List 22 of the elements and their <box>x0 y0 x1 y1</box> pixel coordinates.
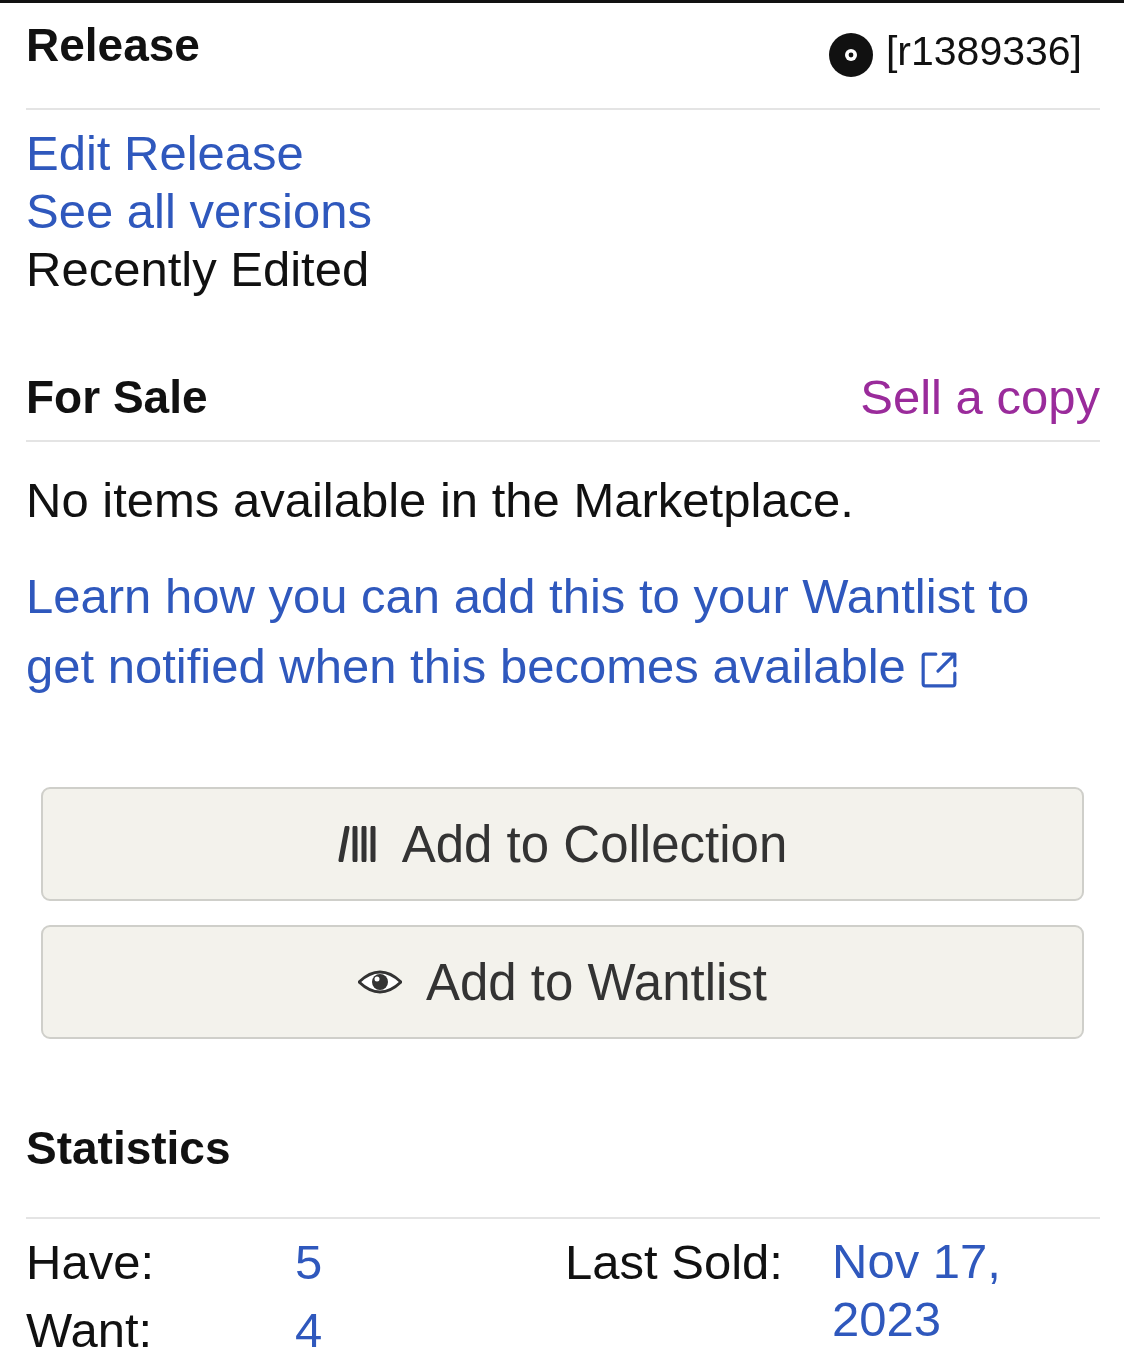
stat-label: Have: <box>26 1234 155 1291</box>
add-to-collection-button[interactable]: Add to Collection <box>41 787 1084 901</box>
slanted-bars-icon <box>337 826 378 862</box>
stat-label: Last Sold: <box>565 1234 784 1291</box>
stat-value[interactable]: Nov 17, 2023 <box>832 1232 1062 1348</box>
section-heading: Statistics <box>26 1121 231 1176</box>
release-id: [r1389336] <box>885 27 1082 76</box>
wantlist-help-link[interactable]: Learn how you can add this to your Wantlist to get notified when this becomes available <box>26 561 1080 701</box>
sell-link[interactable]: Sell a copy <box>860 368 1100 426</box>
nav-link[interactable]: Edit Release <box>26 124 304 182</box>
add-to-wantlist-button[interactable]: Add to Wantlist <box>41 925 1084 1039</box>
eye-icon <box>357 969 402 995</box>
section-heading: Release <box>26 18 200 73</box>
stat-label: Want: <box>26 1302 154 1350</box>
stat-value[interactable]: 5 <box>295 1232 323 1292</box>
external-link-icon <box>919 651 958 689</box>
section-heading: For Sale <box>26 370 208 425</box>
record-disc-icon <box>828 33 873 77</box>
status-text: Recently Edited <box>26 241 370 298</box>
stat-value[interactable]: 4 <box>295 1300 323 1350</box>
empty-message: No items available in the Marketplace. <box>26 472 855 529</box>
nav-link[interactable]: See all versions <box>26 182 372 240</box>
